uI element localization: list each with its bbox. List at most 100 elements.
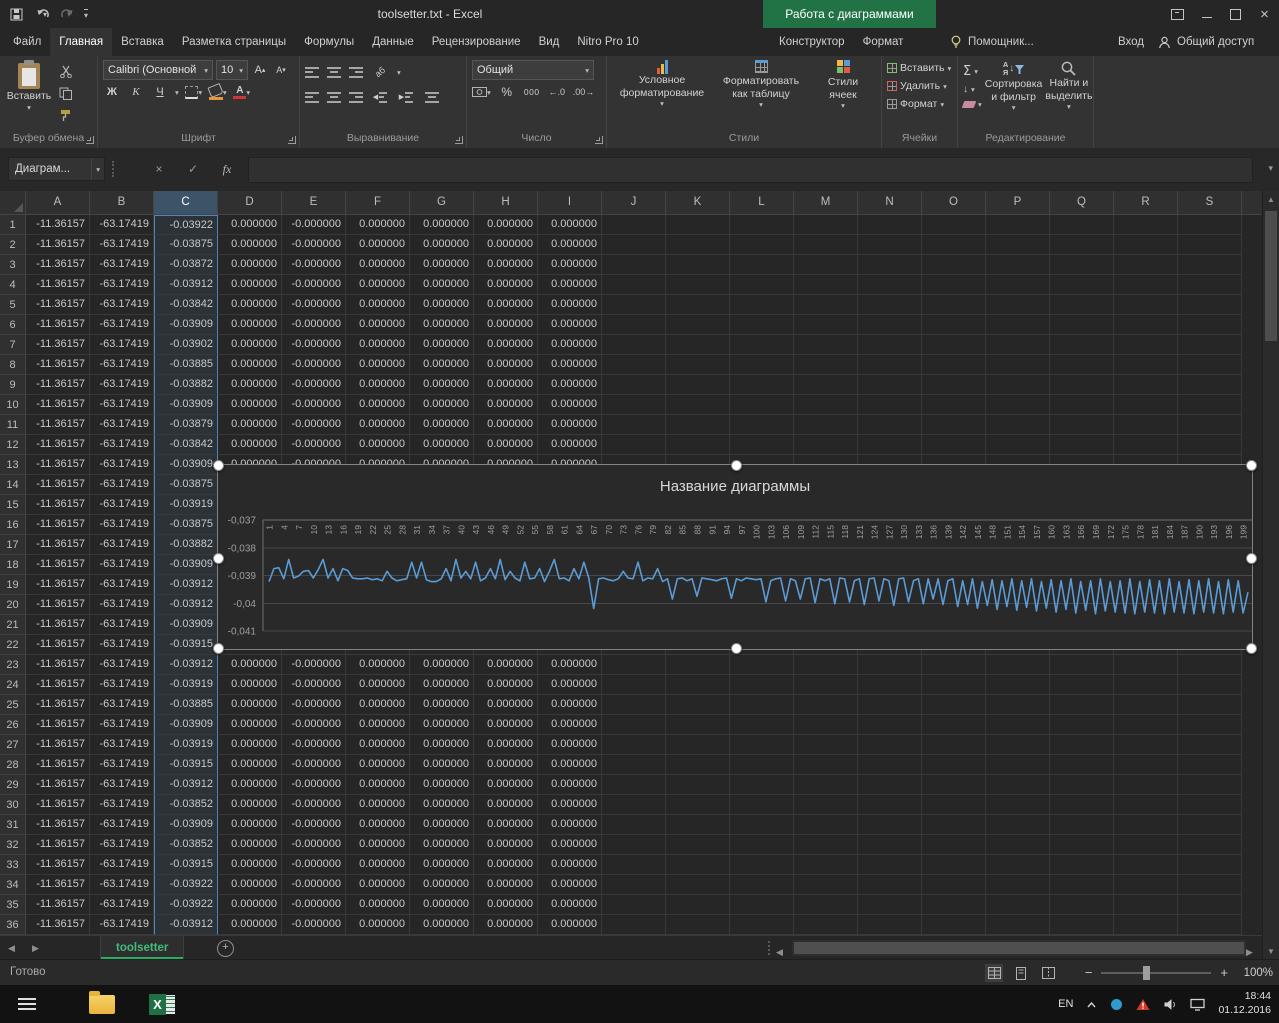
cell-M35[interactable] — [794, 895, 858, 915]
cell-J7[interactable] — [602, 335, 666, 355]
cancel-entry-icon[interactable]: × — [146, 157, 172, 181]
cell-H12[interactable]: 0.000000 — [474, 435, 538, 455]
cell-K28[interactable] — [666, 755, 730, 775]
cell-H29[interactable]: 0.000000 — [474, 775, 538, 795]
cell-F31[interactable]: 0.000000 — [346, 815, 410, 835]
cell-C10[interactable]: -0.03909 — [154, 395, 218, 415]
cell-C7[interactable]: -0.03902 — [154, 335, 218, 355]
font-color-icon[interactable]: А ▾ — [233, 83, 251, 101]
chart-handle-mid-right[interactable] — [1246, 552, 1257, 564]
cell-G3[interactable]: 0.000000 — [410, 255, 474, 275]
cell-N8[interactable] — [858, 355, 922, 375]
cell-Q34[interactable] — [1050, 875, 1114, 895]
cell-F5[interactable]: 0.000000 — [346, 295, 410, 315]
cell-Q6[interactable] — [1050, 315, 1114, 335]
cell-C6[interactable]: -0.03909 — [154, 315, 218, 335]
cell-G11[interactable]: 0.000000 — [410, 415, 474, 435]
align-right-icon[interactable] — [349, 91, 363, 103]
cell-J11[interactable] — [602, 415, 666, 435]
cell-M8[interactable] — [794, 355, 858, 375]
cell-M26[interactable] — [794, 715, 858, 735]
cell-N3[interactable] — [858, 255, 922, 275]
cell-P25[interactable] — [986, 695, 1050, 715]
sort-filter-button[interactable]: А Я ↓ Сортировка и фильтр ▾ — [985, 60, 1043, 130]
cell-P23[interactable] — [986, 655, 1050, 675]
chart-handle-mid-left[interactable] — [213, 552, 224, 564]
cell-A12[interactable]: -11.36157 — [26, 435, 90, 455]
cell-N4[interactable] — [858, 275, 922, 295]
cell-P29[interactable] — [986, 775, 1050, 795]
cell-B18[interactable]: -63.17419 — [90, 555, 154, 575]
cell-D35[interactable]: 0.000000 — [218, 895, 282, 915]
chart-handle-top-right[interactable] — [1246, 460, 1257, 471]
column-header-A[interactable]: A — [26, 191, 90, 214]
cell-K35[interactable] — [666, 895, 730, 915]
cell-Q23[interactable] — [1050, 655, 1114, 675]
cell-C34[interactable]: -0.03922 — [154, 875, 218, 895]
cell-H8[interactable]: 0.000000 — [474, 355, 538, 375]
cell-N31[interactable] — [858, 815, 922, 835]
cell-G27[interactable]: 0.000000 — [410, 735, 474, 755]
cell-S2[interactable] — [1178, 235, 1242, 255]
cell-Q2[interactable] — [1050, 235, 1114, 255]
cell-H28[interactable]: 0.000000 — [474, 755, 538, 775]
cell-O30[interactable] — [922, 795, 986, 815]
cell-C33[interactable]: -0.03915 — [154, 855, 218, 875]
cell-L4[interactable] — [730, 275, 794, 295]
minimize-icon[interactable] — [1192, 0, 1221, 28]
cell-S12[interactable] — [1178, 435, 1242, 455]
cell-E27[interactable]: -0.000000 — [282, 735, 346, 755]
decrease-decimal-icon[interactable]: .00→ — [573, 83, 595, 101]
cell-Q30[interactable] — [1050, 795, 1114, 815]
cell-H11[interactable]: 0.000000 — [474, 415, 538, 435]
row-header-23[interactable]: 23 — [0, 655, 26, 675]
cell-R8[interactable] — [1114, 355, 1178, 375]
cell-P33[interactable] — [986, 855, 1050, 875]
cell-C24[interactable]: -0.03919 — [154, 675, 218, 695]
cell-I7[interactable]: 0.000000 — [538, 335, 602, 355]
cell-C12[interactable]: -0.03842 — [154, 435, 218, 455]
cell-J24[interactable] — [602, 675, 666, 695]
cell-S24[interactable] — [1178, 675, 1242, 695]
cell-B20[interactable]: -63.17419 — [90, 595, 154, 615]
increase-decimal-icon[interactable]: ←.0 — [548, 83, 566, 101]
cell-E7[interactable]: -0.000000 — [282, 335, 346, 355]
cell-C31[interactable]: -0.03909 — [154, 815, 218, 835]
cell-P24[interactable] — [986, 675, 1050, 695]
vertical-scrollbar[interactable]: ▲ ▼ — [1262, 191, 1279, 959]
cell-F33[interactable]: 0.000000 — [346, 855, 410, 875]
cell-G25[interactable]: 0.000000 — [410, 695, 474, 715]
cell-J12[interactable] — [602, 435, 666, 455]
cell-G29[interactable]: 0.000000 — [410, 775, 474, 795]
row-header-12[interactable]: 12 — [0, 435, 26, 455]
cell-L35[interactable] — [730, 895, 794, 915]
cell-E8[interactable]: -0.000000 — [282, 355, 346, 375]
cell-C30[interactable]: -0.03852 — [154, 795, 218, 815]
cell-M25[interactable] — [794, 695, 858, 715]
cell-P10[interactable] — [986, 395, 1050, 415]
cell-N25[interactable] — [858, 695, 922, 715]
sheet-nav-prev-icon[interactable]: ◀ — [8, 936, 15, 960]
row-header-26[interactable]: 26 — [0, 715, 26, 735]
cell-R30[interactable] — [1114, 795, 1178, 815]
cell-L3[interactable] — [730, 255, 794, 275]
cell-N11[interactable] — [858, 415, 922, 435]
cell-Q10[interactable] — [1050, 395, 1114, 415]
cell-N35[interactable] — [858, 895, 922, 915]
cell-O4[interactable] — [922, 275, 986, 295]
cell-Q33[interactable] — [1050, 855, 1114, 875]
cell-I10[interactable]: 0.000000 — [538, 395, 602, 415]
cell-R25[interactable] — [1114, 695, 1178, 715]
cell-B30[interactable]: -63.17419 — [90, 795, 154, 815]
cell-A21[interactable]: -11.36157 — [26, 615, 90, 635]
row-header-9[interactable]: 9 — [0, 375, 26, 395]
cell-F7[interactable]: 0.000000 — [346, 335, 410, 355]
hidden-icons-chevron-icon[interactable] — [1086, 1000, 1097, 1009]
cell-C13[interactable]: -0.03909 — [154, 455, 218, 475]
fill-color-icon[interactable]: ▾ — [207, 82, 227, 101]
align-left-icon[interactable] — [305, 91, 319, 103]
page-break-view-icon[interactable] — [1039, 964, 1057, 982]
accounting-format-icon[interactable]: ▾ — [472, 83, 491, 101]
cell-B27[interactable]: -63.17419 — [90, 735, 154, 755]
cell-M1[interactable] — [794, 215, 858, 235]
